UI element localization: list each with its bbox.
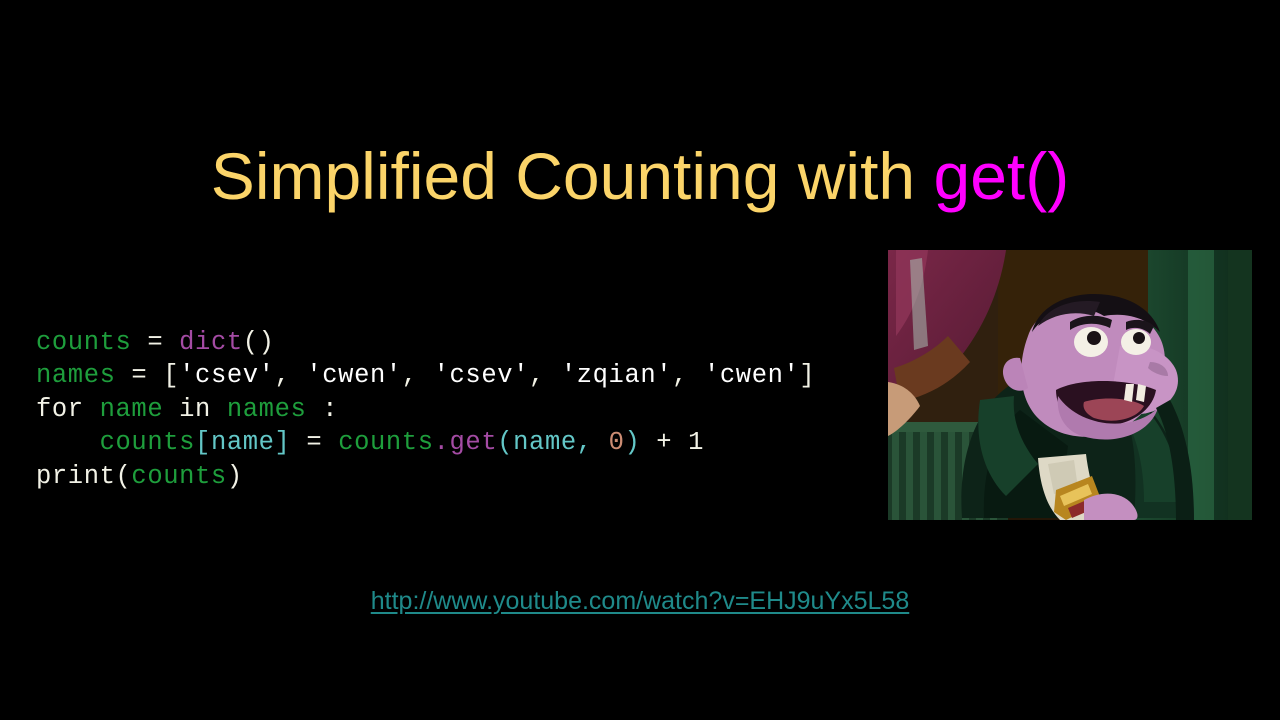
code-token: names [36,361,116,391]
code-line: for name in names : [36,393,815,427]
code-token: = [ [115,361,180,391]
code-token: 'cwen' [703,361,800,391]
code-line: names = ['csev', 'cwen', 'csev', 'zqian'… [36,359,815,393]
code-token: ] [799,361,816,391]
code-token: counts [131,461,227,491]
code-line: counts = dict() [36,326,815,360]
code-token: ) [226,461,243,491]
code-token: counts [36,327,132,357]
code-token: + 1 [640,428,704,458]
code-token: = [131,327,180,357]
code-token: print [36,461,116,491]
code-token: 'zqian' [560,361,673,391]
code-token: , [529,361,561,391]
code-token: counts [338,428,434,458]
code-token: () [242,327,275,357]
page-title: Simplified Counting with get() [0,139,1280,213]
code-token: 'cwen' [306,361,402,391]
code-token: [name] [195,428,291,458]
code-line: counts[name] = counts.get(name, 0) + 1 [36,426,815,460]
count-von-count-photo [888,250,1252,520]
code-token: names [226,394,307,424]
code-token: counts [99,428,196,458]
code-token: in [163,394,227,424]
code-token: ) [624,428,641,458]
youtube-video-link[interactable]: http://www.youtube.com/watch?v=EHJ9uYx5L… [0,586,1280,616]
code-block: counts = dict() names = ['csev', 'cwen', … [36,326,815,494]
page-title-main: Simplified Counting with [210,139,934,214]
code-token: . [433,428,450,458]
code-token: (name, [497,428,609,458]
code-token: ( [115,461,132,491]
code-line: print(counts) [36,460,815,494]
code-token: : [306,394,339,424]
page-title-accent: get() [933,139,1070,214]
code-token: 0 [608,428,625,458]
code-token: 'csev' [179,361,275,391]
code-token: name [99,394,164,424]
code-token: 'csev' [433,361,530,391]
code-token: get [449,428,498,458]
code-token: dict [179,327,243,357]
code-token: , [274,361,307,391]
code-token: = [290,428,339,458]
code-token: , [401,361,434,391]
count-von-count-illustration [888,250,1252,520]
code-token: for [36,394,100,424]
code-token: , [672,361,704,391]
